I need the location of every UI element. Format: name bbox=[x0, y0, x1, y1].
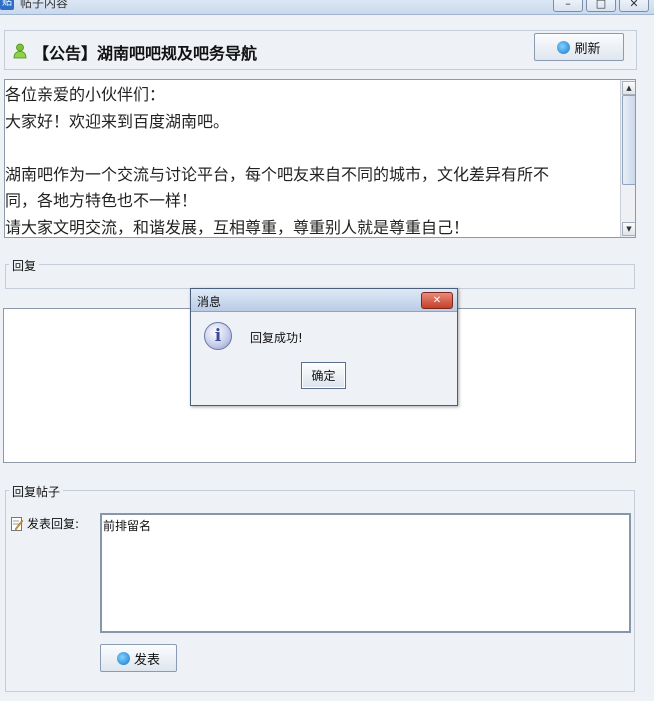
dialog-message: 回复成功! bbox=[250, 331, 303, 345]
post-content-area[interactable]: 各位亲爱的小伙伴们： 大家好！欢迎来到百度湖南吧。湖南吧作为一个交流与讨论平台，每… bbox=[4, 79, 636, 238]
reply-field-label: 发表回复: bbox=[27, 517, 80, 531]
info-icon: i bbox=[204, 322, 232, 350]
window-titlebar: 贴 帖子内容 – □ ✕ bbox=[0, 0, 654, 15]
content-line: 同，各地方特色也不一样！ bbox=[5, 191, 198, 210]
content-line: 湖南吧作为一个交流与讨论平台，每个吧友来自不同的城市，文化差异有所不 bbox=[5, 164, 550, 184]
post-reply-group-label: 回复帖子 bbox=[9, 483, 64, 500]
app-icon: 贴 bbox=[0, 0, 14, 10]
close-window-button[interactable]: ✕ bbox=[619, 0, 649, 12]
submit-reply-button[interactable]: 发表 bbox=[100, 644, 177, 672]
window-title: 帖子内容 bbox=[20, 0, 69, 10]
content-line bbox=[5, 135, 617, 162]
content-line: 大家好！欢迎来到百度湖南吧。 bbox=[5, 111, 230, 131]
reply-section-label: 回复 bbox=[9, 257, 40, 274]
content-line: 请大家文明交流，和谐发展，互相尊重，尊重别人就是尊重自己！ bbox=[5, 217, 470, 237]
submit-button-label: 发表 bbox=[133, 652, 160, 668]
refresh-button-label: 刷新 bbox=[574, 41, 601, 57]
scrollbar-thumb[interactable] bbox=[622, 95, 635, 185]
post-content-text: 各位亲爱的小伙伴们： 大家好！欢迎来到百度湖南吧。湖南吧作为一个交流与讨论平台，每… bbox=[5, 82, 617, 237]
reply-group-box bbox=[5, 264, 635, 289]
post-title: 【公告】湖南吧吧规及吧务导航 bbox=[33, 44, 258, 63]
minimize-button[interactable]: – bbox=[553, 0, 583, 12]
scroll-down-arrow-icon[interactable]: ▼ bbox=[622, 222, 635, 236]
scroll-up-arrow-icon[interactable]: ▲ bbox=[622, 81, 635, 95]
edit-note-icon bbox=[11, 517, 23, 531]
refresh-icon bbox=[557, 40, 571, 54]
ok-button[interactable]: 确定 bbox=[301, 362, 346, 389]
submit-icon bbox=[116, 651, 130, 665]
content-scrollbar[interactable]: ▲ ▼ bbox=[620, 80, 635, 237]
message-dialog: 消息 ✕ i 回复成功! 确定 bbox=[190, 288, 458, 406]
user-icon bbox=[13, 43, 27, 59]
reply-input[interactable]: 前排留名 bbox=[100, 513, 631, 633]
post-header: 【公告】湖南吧吧规及吧务导航 刷新 bbox=[4, 30, 637, 70]
dialog-close-icon[interactable]: ✕ bbox=[421, 292, 453, 309]
dialog-titlebar: 消息 ✕ bbox=[191, 289, 457, 312]
refresh-button[interactable]: 刷新 bbox=[534, 33, 624, 61]
maximize-button[interactable]: □ bbox=[586, 0, 616, 12]
dialog-title: 消息 bbox=[197, 295, 222, 309]
content-line: 各位亲爱的小伙伴们： bbox=[5, 85, 166, 104]
